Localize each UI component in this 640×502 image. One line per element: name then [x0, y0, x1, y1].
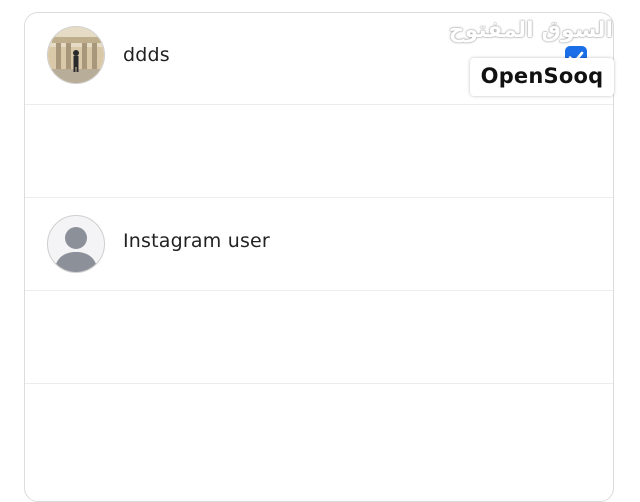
list-item: [25, 384, 613, 477]
watermark-latin-text: OpenSooq: [480, 64, 604, 88]
opensooq-watermark: السوق المفتوح OpenSooq: [449, 16, 615, 98]
list-item: [25, 105, 613, 198]
avatar: [47, 26, 105, 84]
username: ddds: [123, 44, 170, 66]
profile-photo: [48, 27, 104, 83]
default-person-icon: [54, 227, 98, 272]
username: Instagram user: [123, 230, 270, 252]
watermark-logo-box: OpenSooq: [470, 58, 614, 96]
watermark-arabic-text: السوق المفتوح: [448, 18, 613, 43]
list-item: [25, 291, 613, 384]
list-item[interactable]: Instagram user: [25, 198, 613, 291]
avatar: [47, 215, 105, 273]
